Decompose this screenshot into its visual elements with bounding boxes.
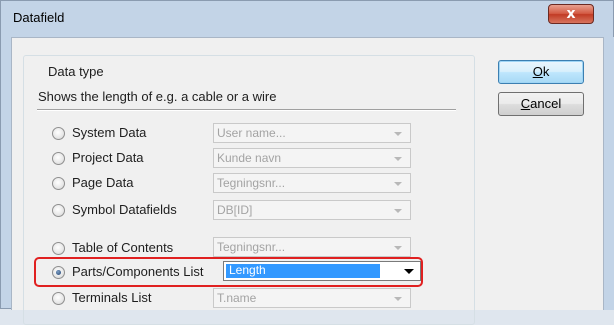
radio-project-data[interactable] — [52, 152, 65, 165]
radio-table-of-contents[interactable] — [52, 242, 65, 255]
combo-project-data-value: Kunde navn — [217, 151, 282, 165]
radio-system-data[interactable] — [52, 127, 65, 140]
combo-system-data[interactable]: User name... — [213, 123, 411, 143]
annotation-highlight-box — [34, 257, 423, 287]
radio-symbol-datafields[interactable] — [52, 204, 65, 217]
combo-table-of-contents-value: Tegningsnr... — [217, 240, 286, 254]
combo-symbol-datafields[interactable]: DB[ID] — [213, 200, 411, 220]
close-button[interactable]: x — [548, 4, 594, 24]
cancel-button[interactable]: Cancel — [498, 92, 584, 116]
chevron-down-icon — [394, 157, 402, 161]
close-icon: x — [566, 6, 576, 22]
ok-label-rest: k — [542, 64, 550, 79]
ok-mnemonic: O — [532, 64, 543, 79]
combo-project-data[interactable]: Kunde navn — [213, 148, 411, 168]
label-terminals-list: Terminals List — [72, 290, 152, 305]
label-table-of-contents: Table of Contents — [72, 240, 174, 255]
combo-system-data-value: User name... — [217, 126, 286, 140]
combo-page-data[interactable]: Tegningsnr... — [213, 173, 411, 193]
window-frame-edge — [604, 37, 614, 310]
label-system-data: System Data — [72, 125, 147, 140]
chevron-down-icon — [394, 132, 402, 136]
label-symbol-datafields: Symbol Datafields — [72, 202, 177, 217]
cancel-label-rest: ancel — [530, 96, 562, 111]
separator — [37, 109, 456, 110]
group-title: Data type — [48, 64, 104, 79]
radio-page-data[interactable] — [52, 177, 65, 190]
ok-button[interactable]: Ok — [498, 60, 584, 84]
label-page-data: Page Data — [72, 175, 134, 190]
chevron-down-icon — [394, 182, 402, 186]
combo-symbol-datafields-value: DB[ID] — [217, 203, 253, 217]
radio-terminals-list[interactable] — [52, 292, 65, 305]
label-project-data: Project Data — [72, 150, 144, 165]
combo-terminals-list-value: T.name — [217, 291, 257, 305]
title-bar: Datafield x — [1, 1, 613, 37]
chevron-down-icon — [394, 246, 402, 250]
combo-terminals-list[interactable]: T.name — [213, 288, 411, 308]
chevron-down-icon — [394, 297, 402, 301]
data-type-description: Shows the length of e.g. a cable or a wi… — [38, 89, 277, 104]
combo-table-of-contents[interactable]: Tegningsnr... — [213, 237, 411, 257]
cancel-mnemonic: C — [520, 96, 531, 111]
window-title: Datafield — [13, 10, 65, 25]
chevron-down-icon — [394, 209, 402, 213]
combo-page-data-value: Tegningsnr... — [217, 176, 286, 190]
